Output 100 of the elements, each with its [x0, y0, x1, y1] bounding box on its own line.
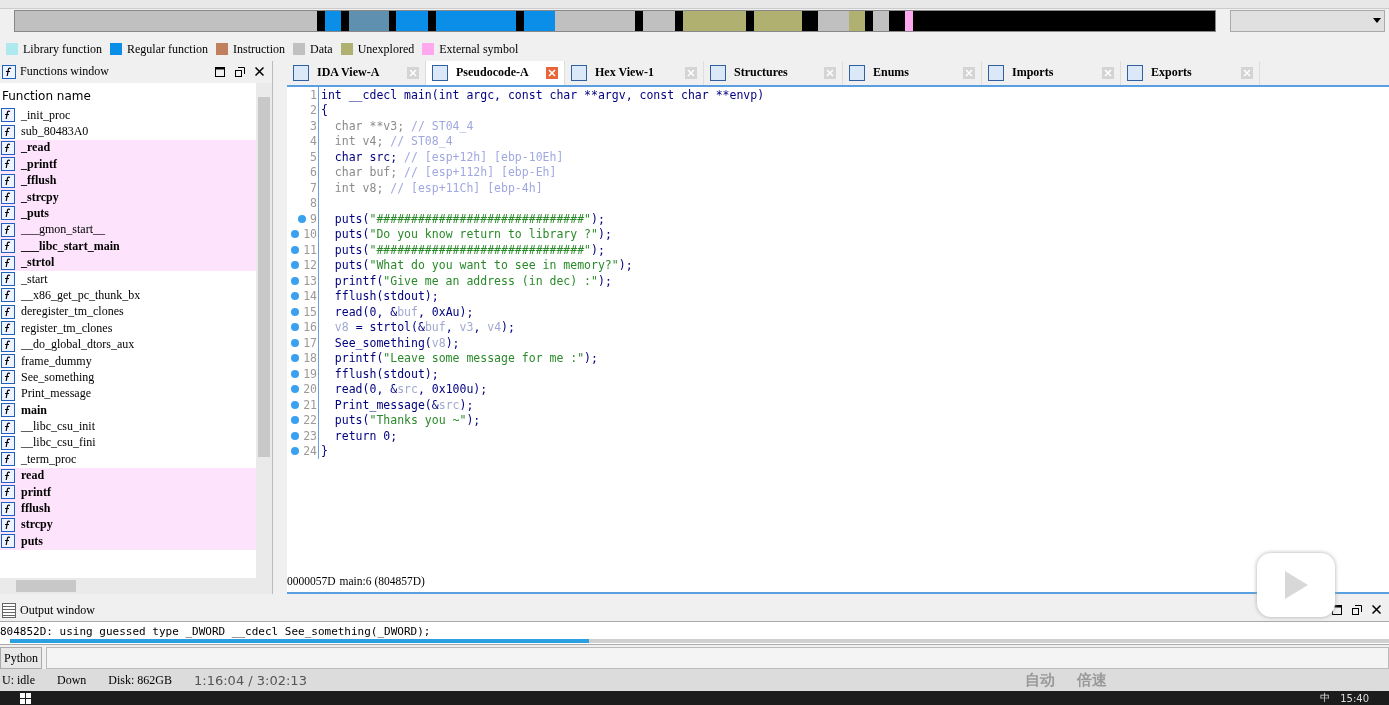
line-number: 1 — [310, 87, 317, 102]
code-line: read(0, &src, 0x100u); — [333, 382, 488, 397]
function-name: _fflush — [21, 173, 57, 189]
tab-icon — [1127, 64, 1143, 81]
code-line: read(0, &buf, 0xAu); — [333, 304, 474, 319]
code-line: v8 = strtol(&buf, v3, v4); — [333, 320, 515, 335]
function-row[interactable]: _term_proc — [0, 451, 256, 468]
function-name: ___libc_start_main — [21, 238, 120, 254]
code-line: char src; // [esp+12h] [ebp-10Eh] — [333, 149, 564, 164]
function-icon — [1, 452, 15, 467]
navigation-band-drawing[interactable] — [14, 9, 1216, 32]
breakpoint-dot-icon[interactable] — [291, 338, 300, 347]
maximize-icon[interactable] — [215, 66, 225, 77]
tab-icon — [293, 64, 309, 81]
scrollbar[interactable] — [0, 577, 272, 594]
close-icon[interactable] — [255, 66, 264, 76]
function-name: printf — [21, 484, 51, 500]
function-row[interactable]: _read — [0, 139, 256, 157]
breakpoint-dot-icon[interactable] — [291, 230, 300, 239]
function-row[interactable]: read — [0, 467, 256, 484]
function-icon — [1, 222, 15, 237]
function-name: puts — [21, 533, 43, 549]
function-icon — [1, 124, 15, 139]
function-name: _strtol — [21, 255, 55, 271]
function-row[interactable]: _puts — [0, 205, 256, 222]
window-icon — [2, 603, 16, 618]
function-name: __libc_csu_init — [21, 419, 95, 435]
function-icon — [2, 64, 16, 79]
legend-label: Data — [309, 41, 333, 57]
function-row[interactable]: _init_proc — [0, 106, 256, 124]
function-row[interactable]: _printf — [0, 156, 256, 173]
code-line: fflush(stdout); — [333, 289, 439, 304]
breakpoint-dot-icon[interactable] — [291, 307, 300, 316]
code-line: Print_message(&src); — [333, 397, 474, 412]
scrollbar[interactable] — [256, 82, 272, 578]
function-icon — [1, 337, 15, 352]
video-time: 1:16:04 / 3:02:13 — [194, 672, 307, 688]
function-row[interactable]: frame_dummy — [0, 352, 256, 370]
function-row[interactable]: __do_global_dtors_aux — [0, 336, 256, 353]
code-line: int __cdecl main(int argc, const char **argv, const char **envp) — [320, 87, 765, 102]
breakpoint-dot-icon[interactable] — [291, 292, 300, 301]
breakpoint-dot-icon[interactable] — [291, 416, 300, 425]
python-button[interactable]: Python — [0, 647, 42, 670]
breakpoint-dot-icon[interactable] — [291, 431, 300, 440]
line-number: 15 — [303, 304, 317, 319]
restore-icon[interactable] — [1352, 605, 1362, 616]
legend-label: Library function — [23, 41, 102, 57]
function-row[interactable]: _strtol — [0, 254, 256, 271]
tab-icon — [710, 64, 726, 81]
command-input[interactable] — [46, 647, 1389, 670]
function-row[interactable]: _start — [0, 270, 256, 288]
line-number: 24 — [303, 444, 317, 459]
function-name: _read — [21, 140, 51, 156]
segment-dropdown[interactable] — [1230, 9, 1385, 32]
line-number: 5 — [310, 149, 317, 164]
breakpoint-dot-icon[interactable] — [298, 214, 307, 223]
function-row[interactable]: Print_message — [0, 385, 256, 402]
function-row[interactable]: sub_80483A0 — [0, 123, 256, 140]
function-row[interactable]: ___libc_start_main — [0, 238, 256, 255]
code-line: printf("Give me an address (in dec) :"); — [333, 273, 612, 288]
breakpoint-dot-icon[interactable] — [291, 276, 300, 285]
line-number: 3 — [310, 118, 317, 133]
breakpoint-dot-icon[interactable] — [291, 245, 300, 254]
panel-title: Functions window — [20, 64, 109, 80]
function-name: __do_global_dtors_aux — [21, 337, 135, 353]
breakpoint-dot-icon[interactable] — [291, 354, 300, 363]
function-name: _printf — [21, 156, 57, 172]
function-icon — [1, 419, 15, 434]
function-name: register_tm_clones — [21, 320, 113, 336]
function-icon — [1, 272, 15, 287]
ime-indicator[interactable]: 中 — [1320, 691, 1331, 705]
breakpoint-dot-icon[interactable] — [291, 261, 300, 270]
function-icon — [1, 255, 15, 270]
function-row[interactable]: __x86_get_pc_thunk_bx — [0, 287, 256, 304]
breakpoint-dot-icon[interactable] — [291, 323, 300, 332]
line-number: 2 — [310, 103, 317, 118]
windows-icon[interactable] — [20, 692, 31, 704]
function-row[interactable]: main — [0, 402, 256, 419]
breakpoint-dot-icon[interactable] — [291, 369, 300, 378]
function-row[interactable]: See_something — [0, 369, 256, 386]
function-icon — [1, 485, 15, 500]
restore-icon[interactable] — [235, 66, 245, 77]
column-header[interactable]: Function name — [0, 82, 256, 107]
function-row[interactable]: fflush — [0, 500, 256, 517]
breakpoint-dot-icon[interactable] — [291, 447, 300, 456]
function-icon — [1, 108, 15, 123]
function-row[interactable]: __libc_csu_init — [0, 418, 256, 435]
function-icon — [1, 321, 15, 336]
function-row[interactable]: deregister_tm_clones — [0, 303, 256, 321]
function-name: _term_proc — [21, 451, 77, 467]
function-row[interactable]: __libc_csu_fini — [0, 434, 256, 452]
function-icon — [1, 468, 15, 483]
breakpoint-dot-icon[interactable] — [291, 400, 300, 409]
line-number: 14 — [303, 289, 317, 304]
close-icon[interactable] — [1372, 605, 1381, 615]
function-row[interactable]: puts — [0, 533, 256, 550]
function-name: strcpy — [21, 517, 53, 533]
breakpoint-dot-icon[interactable] — [291, 385, 300, 394]
function-row[interactable]: register_tm_clones — [0, 320, 256, 337]
tab[interactable]: Pseudocode-A — [426, 60, 565, 85]
